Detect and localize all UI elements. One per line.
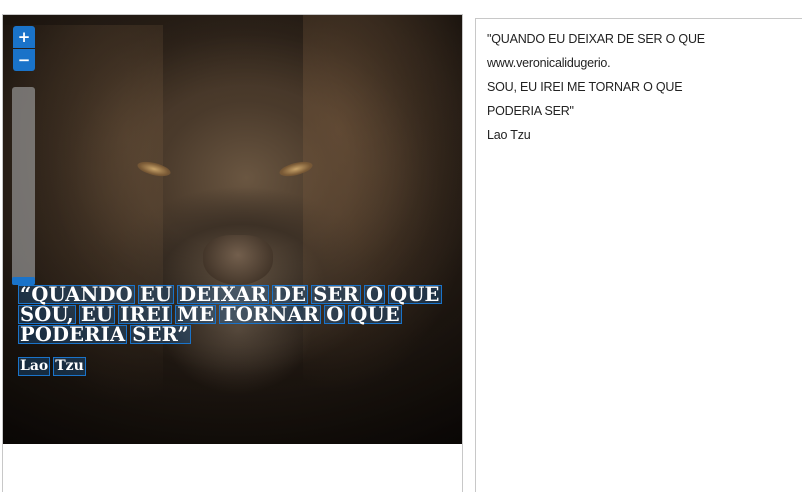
word-box[interactable]: Tzu	[53, 357, 86, 376]
ocr-line: SOU, EU IREI ME TORNAR O QUE	[487, 80, 683, 94]
ocr-text-panel[interactable]: "QUANDO EU DEIXAR DE SER O QUE www.veron…	[475, 18, 802, 492]
ocr-line: www.veronicalidugerio.	[487, 56, 611, 70]
image-viewer[interactable]: “QUANDO EU DEIXAR DE SER O QUE SOU, EU IREI ME TOR…	[2, 14, 463, 492]
zoom-out-button[interactable]: −	[13, 49, 35, 71]
zoom-slider-track[interactable]	[12, 87, 35, 285]
word-box[interactable]: O	[363, 285, 386, 304]
lion-photo: “QUANDO EU DEIXAR DE SER O QUE SOU, EU IREI ME TOR…	[3, 15, 462, 444]
word-box[interactable]: SER”	[130, 325, 191, 344]
ocr-line: "QUANDO EU DEIXAR DE SER O QUE	[487, 32, 705, 46]
word-box[interactable]: DE	[272, 285, 309, 304]
word-box[interactable]: IREI	[118, 305, 173, 324]
word-box[interactable]: QUE	[348, 305, 402, 324]
word-box[interactable]: Lao	[18, 357, 51, 376]
word-box[interactable]: EU	[78, 305, 116, 324]
word-box[interactable]: PODERIA	[18, 325, 128, 344]
overlay-text-block: “QUANDO EU DEIXAR DE SER O QUE SOU, EU IREI ME TOR…	[18, 285, 442, 376]
zoom-slider-handle[interactable]	[12, 277, 35, 285]
word-box[interactable]: ME	[175, 305, 217, 324]
overlay-line-3: PODERIA SER”	[18, 325, 438, 345]
overlay-line-1: “QUANDO EU DEIXAR DE SER O QUE	[18, 285, 442, 305]
overlay-line-2: SOU, EU IREI ME TORNAR O QUE	[18, 305, 438, 325]
word-box[interactable]: “QUANDO	[18, 285, 135, 304]
word-box[interactable]: TORNAR	[219, 305, 322, 324]
ocr-line: PODERIA SER"	[487, 104, 574, 118]
word-box[interactable]: QUE	[388, 285, 442, 304]
word-box[interactable]: O	[324, 305, 346, 324]
word-box[interactable]: EU	[137, 285, 175, 304]
word-box[interactable]: SER	[311, 285, 361, 304]
word-box[interactable]: SOU,	[18, 305, 76, 324]
zoom-in-button[interactable]: +	[13, 26, 35, 48]
ocr-line: Lao Tzu	[487, 128, 531, 142]
word-box[interactable]: DEIXAR	[177, 285, 270, 304]
overlay-author-line: Lao Tzu	[18, 357, 438, 376]
photo-nose	[203, 235, 273, 285]
